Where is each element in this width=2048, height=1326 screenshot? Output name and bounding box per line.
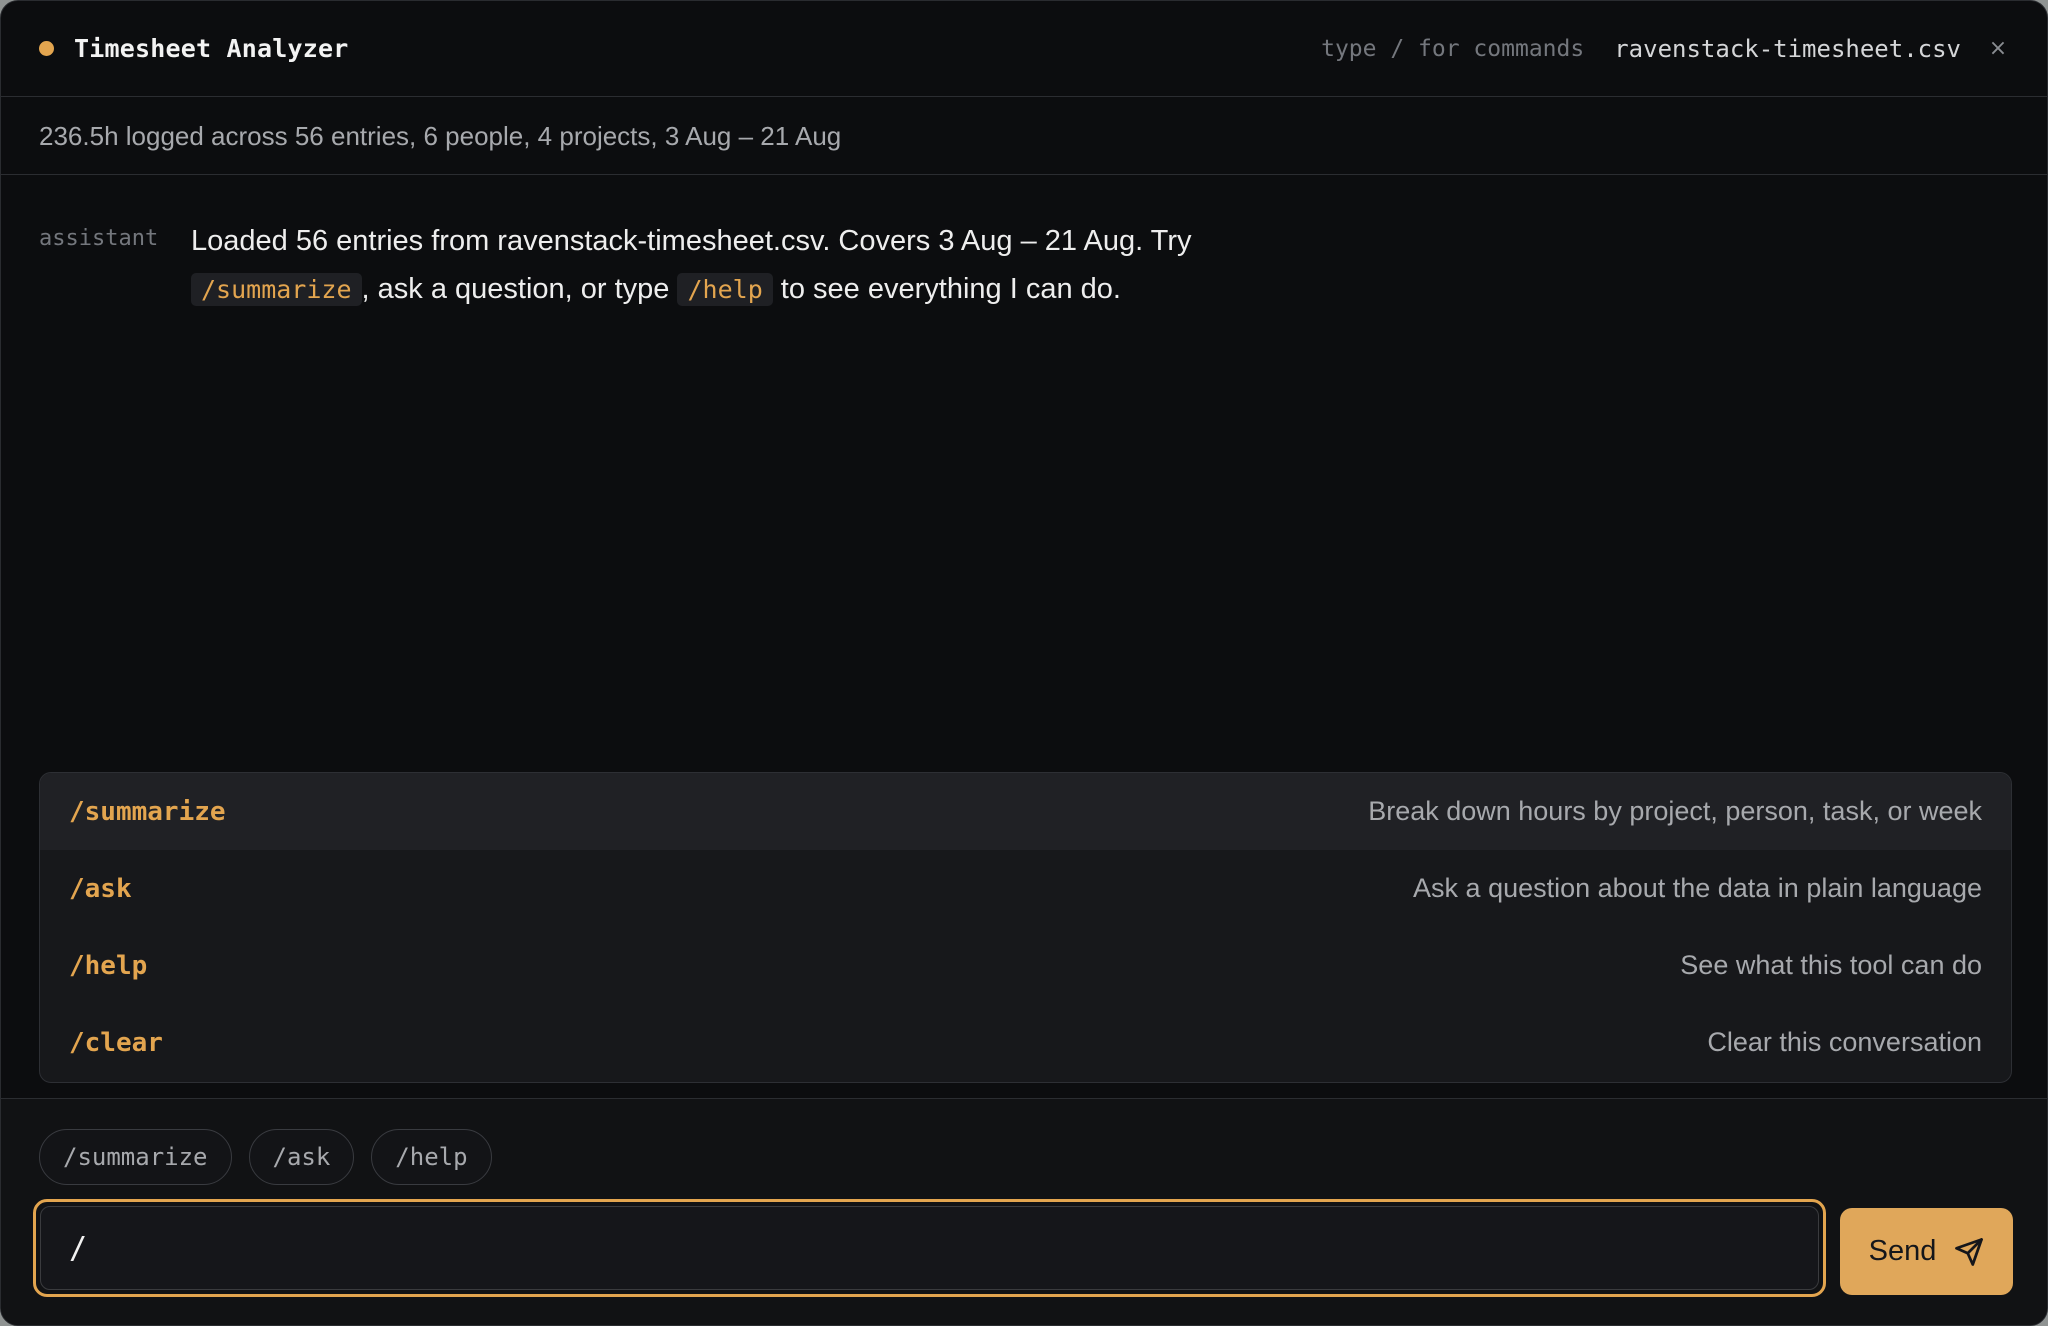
command-description: Break down hours by project, person, tas… bbox=[1368, 796, 1982, 826]
message-text-part: to see everything I can do. bbox=[772, 273, 1121, 305]
inline-code-help: /help bbox=[677, 273, 773, 306]
command-name: /help bbox=[69, 950, 148, 981]
composer: /summarize /ask /help / Send bbox=[1, 1098, 2047, 1325]
chip-help[interactable]: /help bbox=[371, 1129, 492, 1185]
command-hint: type / for commands bbox=[1321, 35, 1585, 62]
command-item-summarize[interactable]: /summarize Break down hours by project, … bbox=[40, 773, 2011, 850]
status-dot bbox=[39, 41, 54, 56]
chat-area: assistant Loaded 56 entries from ravenst… bbox=[39, 176, 2009, 761]
send-icon bbox=[1955, 1237, 1984, 1266]
summary-bar: 236.5h logged across 56 entries, 6 peopl… bbox=[1, 98, 2047, 175]
message-text: Loaded 56 entries from ravenstack-timesh… bbox=[191, 217, 1251, 314]
message-input-focus-ring: / bbox=[33, 1199, 1826, 1297]
inline-code-summarize: /summarize bbox=[191, 273, 362, 306]
command-name: /ask bbox=[69, 873, 132, 904]
close-icon[interactable]: × bbox=[1987, 36, 2009, 61]
command-description: Clear this conversation bbox=[1707, 1027, 1982, 1057]
message-text-part: , ask a question, or type bbox=[361, 273, 678, 305]
message: assistant Loaded 56 entries from ravenst… bbox=[39, 222, 1251, 314]
send-label: Send bbox=[1868, 1235, 1937, 1267]
chip-ask[interactable]: /ask bbox=[248, 1129, 355, 1185]
send-button[interactable]: Send bbox=[1840, 1208, 2013, 1295]
message-text-part: Loaded 56 entries from ravenstack-timesh… bbox=[191, 225, 1192, 257]
quick-command-chips: /summarize /ask /help bbox=[39, 1129, 509, 1185]
message-role: assistant bbox=[39, 226, 159, 251]
command-description: See what this tool can do bbox=[1680, 950, 1982, 980]
message-input[interactable]: / bbox=[40, 1206, 1819, 1290]
command-item-ask[interactable]: /ask Ask a question about the data in pl… bbox=[40, 850, 2011, 927]
command-menu: /summarize Break down hours by project, … bbox=[39, 772, 2012, 1083]
app-title: Timesheet Analyzer bbox=[74, 34, 349, 63]
command-item-help[interactable]: /help See what this tool can do bbox=[40, 927, 2011, 1004]
command-description: Ask a question about the data in plain l… bbox=[1413, 873, 1982, 903]
summary-text: 236.5h logged across 56 entries, 6 peopl… bbox=[39, 120, 842, 151]
command-name: /summarize bbox=[69, 796, 226, 827]
header-bar: Timesheet Analyzer type / for commands r… bbox=[1, 1, 2047, 97]
file-name: ravenstack-timesheet.csv bbox=[1614, 34, 1961, 63]
app-window: Timesheet Analyzer type / for commands r… bbox=[0, 0, 2048, 1326]
header-right: type / for commands ravenstack-timesheet… bbox=[1321, 35, 2009, 63]
command-item-clear[interactable]: /clear Clear this conversation bbox=[40, 1004, 2011, 1081]
command-name: /clear bbox=[69, 1027, 163, 1058]
chip-summarize[interactable]: /summarize bbox=[39, 1129, 232, 1185]
